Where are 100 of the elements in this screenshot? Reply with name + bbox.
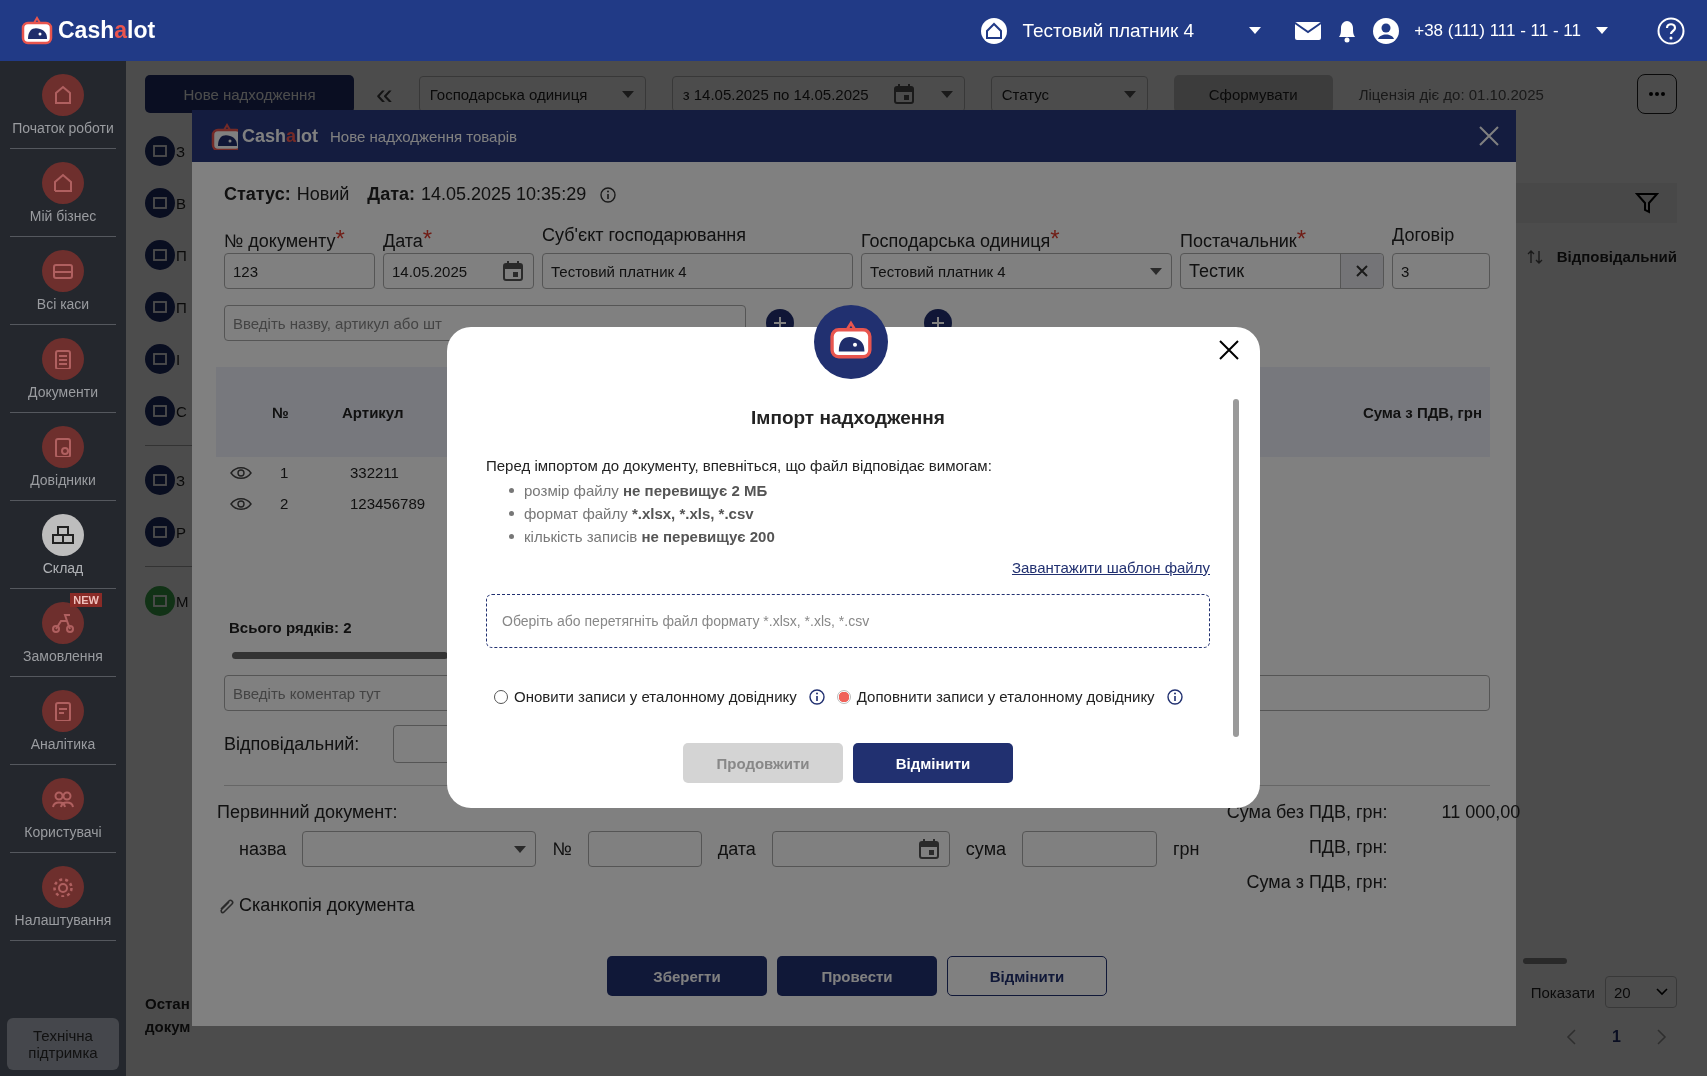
documents-icon xyxy=(52,348,74,369)
box-icon[interactable] xyxy=(145,240,175,270)
submenu-item[interactable]: П xyxy=(176,298,187,316)
eye-icon[interactable] xyxy=(230,496,252,511)
field-label: Договір xyxy=(1392,225,1455,245)
submenu-item[interactable]: З xyxy=(176,142,186,160)
box-icon[interactable] xyxy=(145,465,175,495)
action-button[interactable]: Відмінити xyxy=(947,956,1107,996)
field-label: назва xyxy=(239,838,287,860)
caret-icon xyxy=(620,89,635,99)
box-icon[interactable] xyxy=(145,396,175,426)
action-button[interactable]: Зберегти xyxy=(607,956,767,996)
phone-number[interactable]: +38 (111) 111 - 11 - 11 xyxy=(1414,20,1581,41)
requirement-text: кількість записів не перевищує 200 xyxy=(524,528,775,545)
box-icon[interactable] xyxy=(145,517,175,547)
sidebar-item[interactable]: Довідники xyxy=(10,413,116,501)
radio-label[interactable]: Доповнити записи у еталонному довіднику xyxy=(856,688,1155,705)
table-cell-text: 123456789 xyxy=(350,495,427,512)
input-field[interactable]: Тестик xyxy=(1180,253,1384,289)
bullet-icon xyxy=(509,534,514,539)
action-button[interactable]: Провести xyxy=(777,956,937,996)
box-icon[interactable] xyxy=(145,188,175,218)
box-icon[interactable] xyxy=(145,586,175,616)
field-label: сума xyxy=(965,838,1007,860)
submenu-item[interactable]: З xyxy=(176,471,186,489)
caret-icon[interactable] xyxy=(1595,26,1609,35)
document-eye-icon xyxy=(52,436,74,457)
scrollbar[interactable] xyxy=(232,652,448,659)
sidebar-item[interactable]: Користувачі xyxy=(10,765,116,853)
box-icon[interactable] xyxy=(145,136,175,166)
info-icon[interactable] xyxy=(1166,688,1183,705)
logo-text: Cashalot xyxy=(242,125,319,147)
calendar-icon xyxy=(892,82,917,106)
radio-label[interactable]: Оновити записи у еталонному довіднику xyxy=(514,688,797,705)
total-label: ПДВ, грн: xyxy=(1307,837,1388,859)
paperclip-icon xyxy=(217,896,235,915)
field-label: № документу xyxy=(224,231,336,251)
page-number[interactable]: 1 xyxy=(1612,1028,1621,1046)
scrollbar[interactable] xyxy=(1523,958,1567,964)
sidebar-item[interactable]: Документи xyxy=(10,325,116,413)
caret-icon xyxy=(513,844,528,854)
template-link[interactable]: Завантажити шаблон файлу xyxy=(1011,559,1210,576)
required-mark: * xyxy=(335,225,345,252)
clear-button[interactable] xyxy=(1340,254,1383,288)
filter-icon[interactable] xyxy=(1635,191,1659,215)
submenu-item[interactable]: П xyxy=(176,246,187,264)
boxes-icon xyxy=(52,524,74,545)
submenu-item[interactable]: Р xyxy=(176,523,186,541)
mail-icon[interactable] xyxy=(1294,20,1323,41)
cancel-button[interactable]: Відмінити xyxy=(853,743,1013,783)
field-label: грн xyxy=(1173,838,1200,860)
date-field[interactable] xyxy=(771,831,950,867)
sort-icon[interactable] xyxy=(1526,248,1543,265)
required-mark: * xyxy=(422,225,433,252)
attachment-link[interactable]: Сканкопія документа xyxy=(239,895,415,916)
box-icon[interactable] xyxy=(145,292,175,322)
eye-icon[interactable] xyxy=(230,465,252,480)
table-cell-text: 1 xyxy=(280,464,290,481)
more-icon xyxy=(1649,92,1665,96)
submenu-item[interactable]: В xyxy=(176,194,186,212)
field-label: Господарська одиниця xyxy=(861,231,1051,251)
section-title: Остан xyxy=(145,994,191,1014)
new-receipt-button[interactable]: Нове надходження xyxy=(145,75,354,113)
input-field[interactable]: 123 xyxy=(224,253,375,289)
box-icon[interactable] xyxy=(145,344,175,374)
info-icon[interactable] xyxy=(808,688,825,705)
radio-button[interactable] xyxy=(836,689,851,704)
page-size-select[interactable]: 20 xyxy=(1605,976,1677,1008)
input-field[interactable]: Тестовий платник 4 xyxy=(542,253,853,289)
more-button[interactable] xyxy=(1637,74,1677,114)
scrollbar[interactable] xyxy=(1233,399,1239,737)
chevron-left-icon[interactable] xyxy=(1566,1029,1577,1045)
sidebar-item[interactable]: Мій бізнес xyxy=(10,149,116,237)
sidebar-item[interactable]: Всі каси xyxy=(10,237,116,325)
company-selector[interactable]: Тестовий платник 4 xyxy=(1022,19,1195,42)
close-icon[interactable] xyxy=(1218,339,1240,361)
input-field[interactable]: 3 xyxy=(1392,253,1490,289)
input-field[interactable] xyxy=(587,831,702,867)
submenu-item[interactable]: С xyxy=(176,402,187,420)
sidebar-item[interactable]: Початок роботи xyxy=(10,61,116,149)
caret-icon[interactable] xyxy=(1248,26,1263,35)
dropdown-field[interactable] xyxy=(302,831,537,867)
sidebar-item[interactable]: Склад xyxy=(10,501,116,589)
sidebar-item[interactable]: Налаштування xyxy=(10,853,116,941)
caret-icon xyxy=(1122,89,1137,99)
dialog-title: Нове надходження товарів xyxy=(330,127,518,145)
sidebar-item[interactable]: NEW Замовлення xyxy=(10,589,116,677)
total-value: 11 000,00 xyxy=(1441,802,1521,824)
file-dropzone[interactable]: Оберіть або перетягніть файл формату *.xlsx, *.xls, *.csv xyxy=(486,594,1210,648)
help-icon[interactable] xyxy=(1657,16,1685,45)
submenu-item[interactable]: М xyxy=(176,592,189,610)
input-field[interactable] xyxy=(1022,831,1158,867)
input-field[interactable]: Тестовий платник 4 xyxy=(861,253,1172,289)
chevron-right-icon[interactable] xyxy=(1657,1029,1667,1045)
dialog-title: Імпорт надходження xyxy=(750,407,946,429)
input-field[interactable]: 14.05.2025 xyxy=(383,253,534,289)
requirement-text: формат файлу *.xlsx, *.xls, *.csv xyxy=(524,505,754,522)
sidebar-item[interactable]: Аналітика xyxy=(10,677,116,765)
new-badge: NEW xyxy=(70,593,102,607)
bullet-icon xyxy=(509,488,514,493)
